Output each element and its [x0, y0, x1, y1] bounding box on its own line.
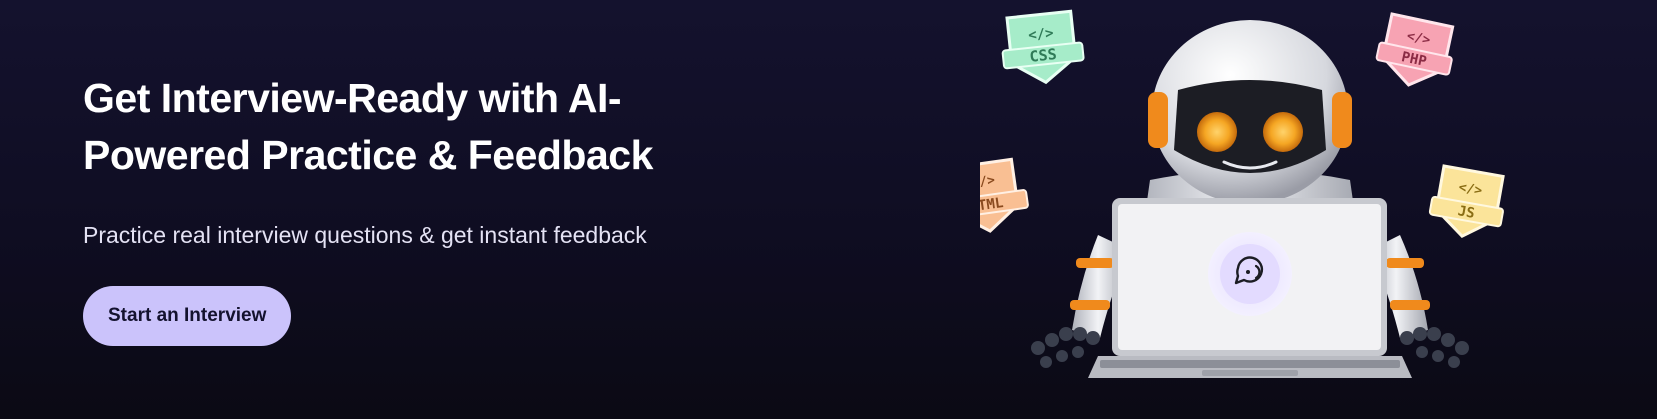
- hero-text-block: Get Interview-Ready with AI- Powered Pra…: [83, 70, 843, 346]
- badge-html: </> HTML: [980, 157, 1029, 233]
- robot-illustration: </> CSS </> PHP </> HTML </> JS: [980, 9, 1505, 378]
- badge-js: </> JS: [1428, 164, 1505, 239]
- code-brackets-icon: </>: [1027, 25, 1054, 44]
- laptop: [1088, 198, 1412, 378]
- badge-label-css: CSS: [1029, 45, 1058, 66]
- subheadline: Practice real interview questions & get …: [83, 222, 647, 248]
- start-interview-button[interactable]: Start an Interview: [83, 286, 292, 346]
- badge-label-js: JS: [1457, 203, 1476, 222]
- headline-line-1: Get Interview-Ready with AI-: [83, 75, 622, 121]
- badge-php: </> PHP: [1375, 12, 1455, 87]
- badge-css: </> CSS: [1001, 9, 1085, 85]
- robot-left-eye: [1197, 112, 1237, 152]
- headline-line-2: Powered Practice & Feedback: [83, 132, 653, 178]
- page-title: Get Interview-Ready with AI- Powered Pra…: [83, 70, 843, 184]
- robot-right-eye: [1263, 112, 1303, 152]
